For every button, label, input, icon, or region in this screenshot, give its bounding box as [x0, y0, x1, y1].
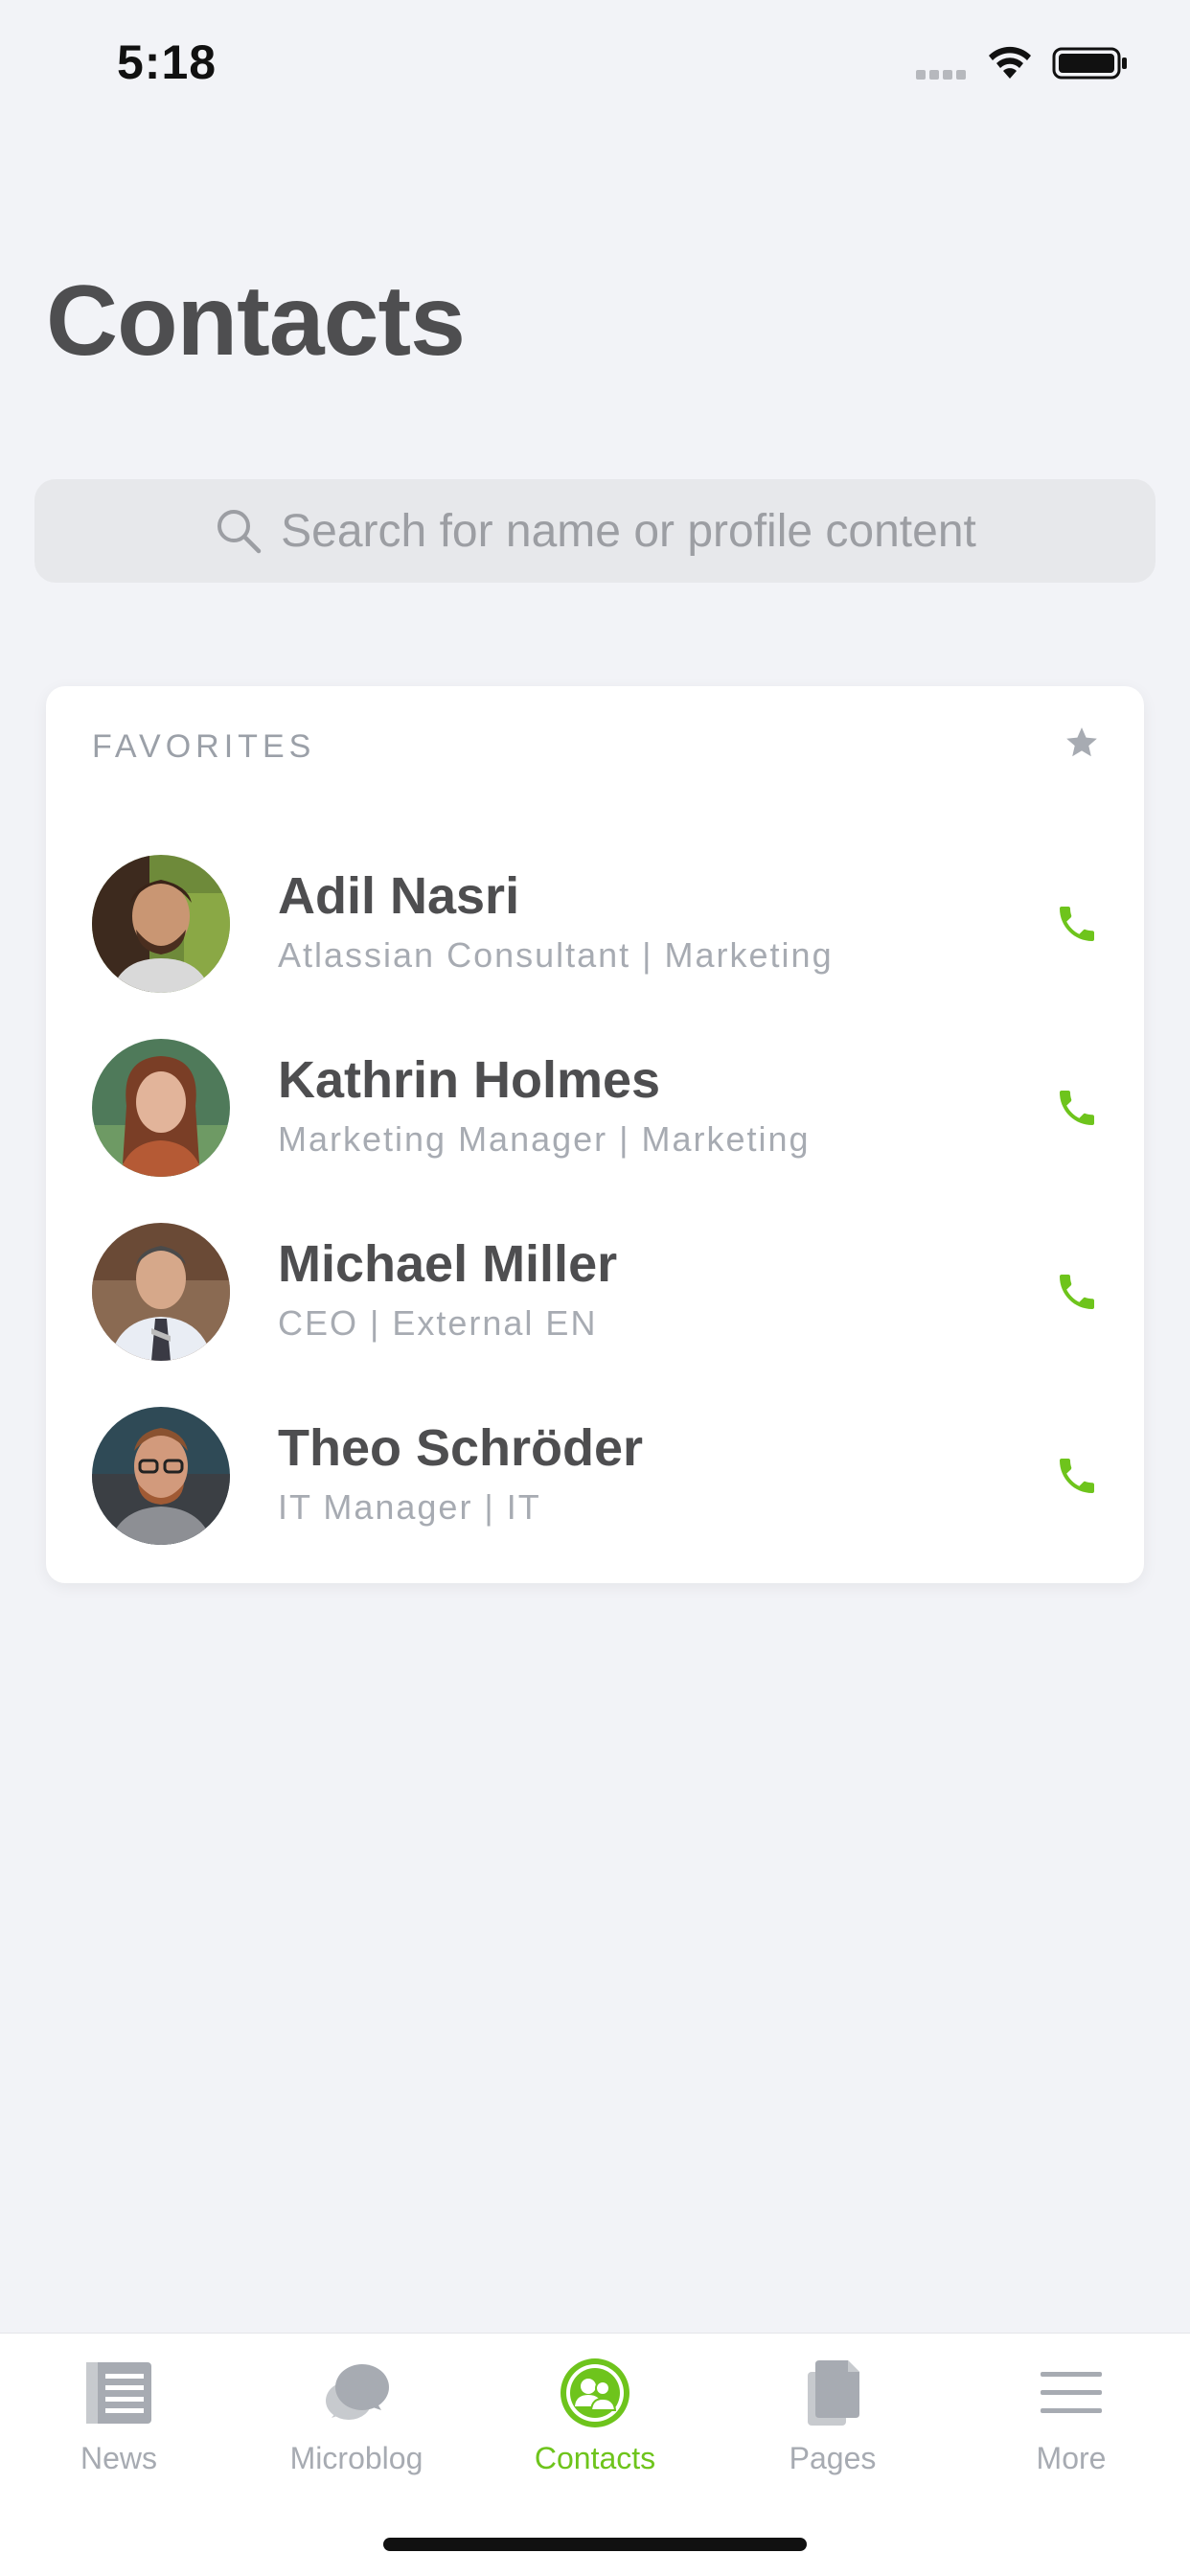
search-icon [217, 510, 262, 554]
contact-name: Theo Schröder [278, 1419, 644, 1477]
page-title: Contacts [46, 265, 466, 377]
menu-icon [1041, 2372, 1102, 2413]
avatar [92, 1223, 230, 1361]
contact-row[interactable]: Theo Schröder IT Manager | IT [46, 1384, 1144, 1568]
tab-microblog[interactable]: Microblog [238, 2355, 475, 2489]
contact-row[interactable]: Adil Nasri Atlassian Consultant | Market… [46, 832, 1144, 1016]
contact-role: CEO | External EN [278, 1303, 598, 1343]
tab-label: Pages [789, 2441, 877, 2475]
tab-label: Contacts [534, 2441, 656, 2475]
phone-icon[interactable] [1054, 901, 1100, 947]
contacts-screen: 5:18 Contacts Search for name or profile… [0, 0, 1190, 2576]
contact-name: Michael Miller [278, 1235, 618, 1293]
tab-label: More [1036, 2441, 1107, 2475]
tab-label: News [80, 2441, 157, 2475]
tab-more[interactable]: More [952, 2355, 1190, 2489]
search-input[interactable]: Search for name or profile content [34, 479, 1156, 583]
avatar [92, 1407, 230, 1545]
home-indicator [383, 2538, 807, 2551]
favorites-card: FAVORITES Adil Nasri Atlassian Consultan… [46, 686, 1144, 1583]
tab-pages[interactable]: Pages [714, 2355, 951, 2489]
status-bar: 5:18 [0, 0, 1190, 134]
contact-row[interactable]: Kathrin Holmes Marketing Manager | Marke… [46, 1016, 1144, 1200]
star-icon[interactable] [1064, 724, 1100, 761]
battery-icon [1052, 47, 1127, 80]
avatar [92, 1039, 230, 1177]
tab-news[interactable]: News [0, 2355, 238, 2489]
contact-role: IT Manager | IT [278, 1487, 541, 1527]
pages-icon [808, 2360, 859, 2426]
favorites-heading: FAVORITES [92, 728, 316, 765]
microblog-icon [326, 2364, 389, 2420]
contacts-icon [561, 2358, 629, 2427]
avatar [92, 855, 230, 993]
contact-row[interactable]: Michael Miller CEO | External EN [46, 1200, 1144, 1384]
contact-role: Marketing Manager | Marketing [278, 1119, 811, 1159]
phone-icon[interactable] [1054, 1085, 1100, 1131]
contact-name: Adil Nasri [278, 867, 520, 925]
phone-icon[interactable] [1054, 1269, 1100, 1315]
phone-icon[interactable] [1054, 1453, 1100, 1499]
tab-label: Microblog [289, 2441, 423, 2475]
contact-name: Kathrin Holmes [278, 1051, 661, 1109]
wifi-icon [989, 46, 1031, 79]
status-time: 5:18 [117, 35, 217, 89]
news-icon [86, 2362, 151, 2424]
contact-role: Atlassian Consultant | Marketing [278, 935, 834, 975]
tab-contacts[interactable]: Contacts [476, 2355, 714, 2489]
cellular-signal-icon [916, 67, 970, 80]
search-placeholder: Search for name or profile content [281, 505, 976, 557]
